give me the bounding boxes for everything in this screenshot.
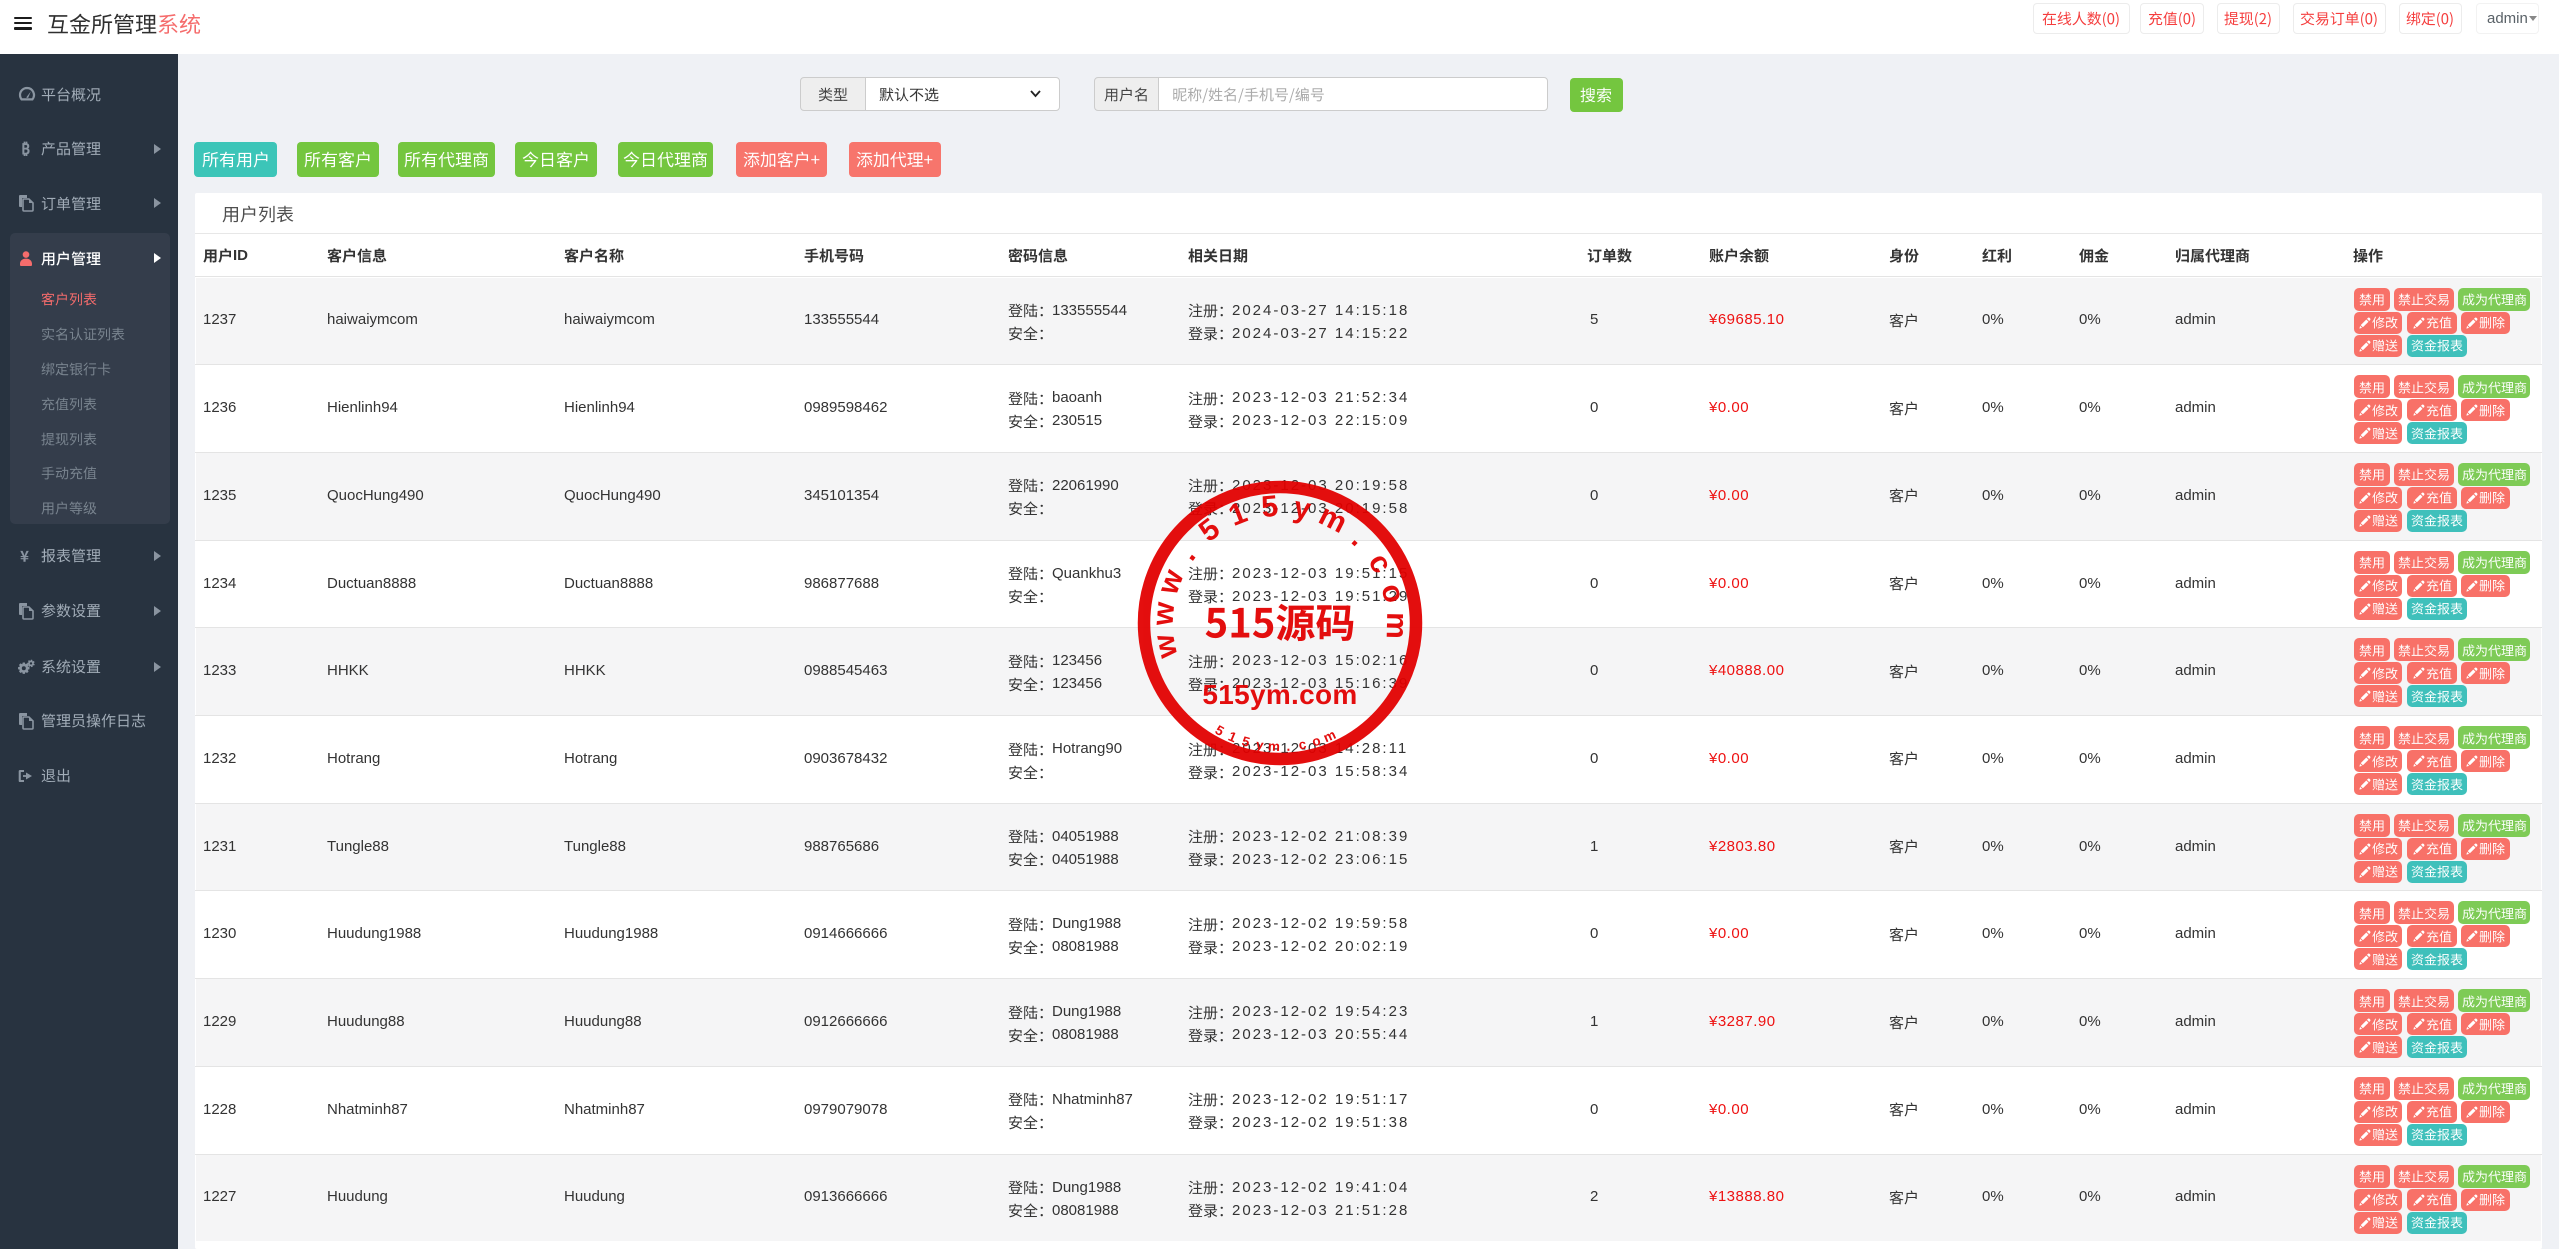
svg-text:515ym.com: 515ym.com	[1202, 679, 1357, 710]
svg-text:m: m	[1380, 612, 1414, 639]
svg-text:1: 1	[1224, 496, 1251, 533]
svg-text:o: o	[1310, 733, 1322, 750]
svg-text:5: 5	[1193, 512, 1226, 548]
svg-text:m: m	[1268, 739, 1281, 755]
svg-text:c: c	[1297, 736, 1308, 752]
svg-text:5: 5	[1240, 733, 1252, 750]
svg-text:1: 1	[1226, 729, 1239, 746]
svg-text:w: w	[1151, 565, 1191, 600]
svg-text:o: o	[1374, 580, 1411, 606]
svg-text:y: y	[1291, 491, 1314, 527]
svg-text:y: y	[1255, 737, 1265, 753]
svg-text:5: 5	[1260, 490, 1280, 524]
svg-text:.: .	[1286, 739, 1291, 754]
svg-text:w: w	[1147, 631, 1184, 662]
svg-text:w: w	[1146, 600, 1181, 628]
svg-text:c: c	[1362, 548, 1399, 579]
svg-text:.: .	[1345, 523, 1374, 553]
svg-text:.: .	[1171, 540, 1202, 566]
